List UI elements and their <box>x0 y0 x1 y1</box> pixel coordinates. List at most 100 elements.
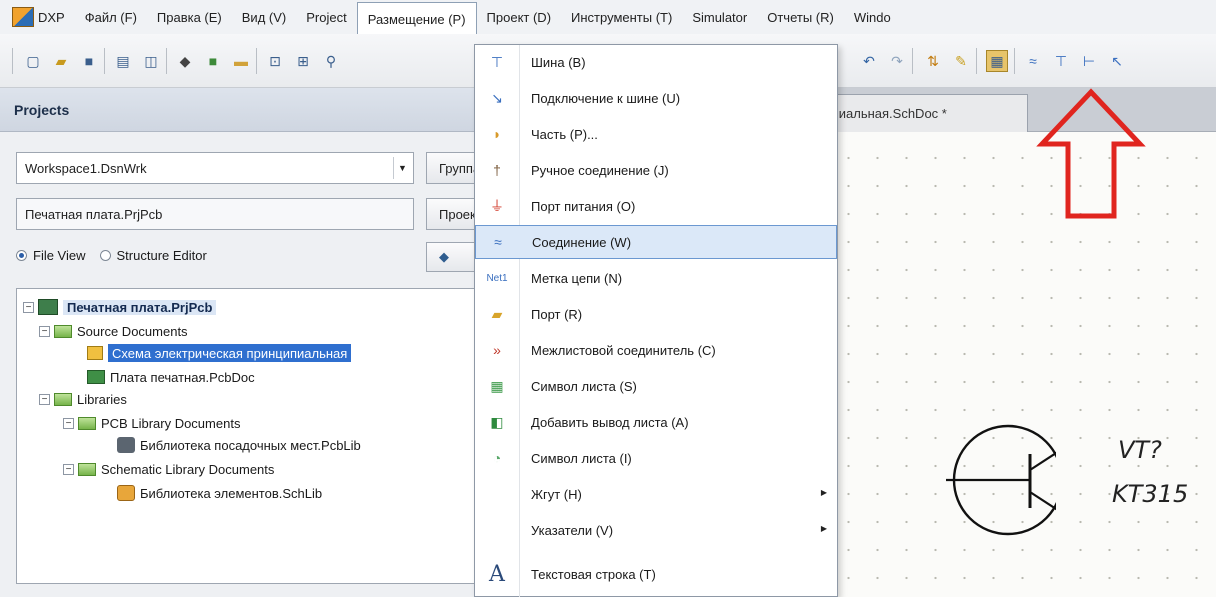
tree-item-pcb-doc[interactable]: Плата печатная.PcbDoc <box>87 367 255 387</box>
text-string-icon: A <box>489 561 505 587</box>
project-value: Печатная плата.PrjPcb <box>25 206 163 222</box>
net-label-icon: Net1 <box>486 272 508 284</box>
projects-panel: Projects Workspace1.DsnWrk ▼ Группа Печа… <box>0 88 486 597</box>
tree-item-schlib[interactable]: Библиотека элементов.SchLib <box>117 483 322 503</box>
new-file-icon[interactable]: ▢ <box>22 50 44 72</box>
menu-item-directives[interactable]: Указатели (V) ▶ <box>475 513 837 547</box>
tree-item-pcb-library-documents[interactable]: − PCB Library Documents <box>63 413 240 433</box>
component-value[interactable]: KT315 <box>1112 480 1188 508</box>
project-tree: − Печатная плата.PrjPcb − Source Documen… <box>16 288 486 584</box>
sheet-symbol-icon: ▦ <box>490 377 504 394</box>
menu-edit[interactable]: Правка (E) <box>147 2 232 32</box>
menu-item-sheet-symbol[interactable]: ▦ Символ листа (S) <box>475 369 837 403</box>
tree-item-pcblib[interactable]: Библиотека посадочных мест.PcbLib <box>117 435 361 455</box>
tree-item-label: Печатная плата.PrjPcb <box>63 299 217 315</box>
directives-icon <box>475 513 519 547</box>
tree-item-schematic-library-documents[interactable]: − Schematic Library Documents <box>63 459 274 479</box>
menu-tools[interactable]: Инструменты (T) <box>561 2 682 32</box>
menu-item-bus[interactable]: ⊤ Шина (B) <box>475 45 837 79</box>
component-library-icon[interactable]: ▦ <box>986 50 1008 72</box>
folder-icon <box>78 416 96 430</box>
tree-item-label: Schematic Library Documents <box>101 461 275 477</box>
tree-item-schematic-doc[interactable]: Схема электрическая принципиальная <box>87 343 352 363</box>
menu-item-harness[interactable]: Жгут (H) ▶ <box>475 477 837 511</box>
zoom-icon[interactable]: ⚲ <box>320 50 342 72</box>
menu-window[interactable]: Windo <box>844 2 901 32</box>
radio-structure-editor-label: Structure Editor <box>116 248 207 263</box>
tree-item-project[interactable]: − Печатная плата.PrjPcb <box>23 297 217 317</box>
menu-item-text-string[interactable]: A Текстовая строка (T) <box>475 557 837 591</box>
collapse-icon[interactable]: − <box>63 463 74 475</box>
save-icon[interactable]: ■ <box>78 50 100 72</box>
board-icon[interactable]: ■ <box>202 50 224 72</box>
menubar: DXP Файл (F) Правка (E) Вид (V) Project … <box>0 0 1216 35</box>
menu-dxp-label: DXP <box>38 9 65 25</box>
menu-item-wire[interactable]: ≈ Соединение (W) <box>475 225 837 259</box>
menu-item-bus-entry[interactable]: ↘ Подключение к шине (U) <box>475 81 837 115</box>
print-preview-icon[interactable]: ◫ <box>140 50 162 72</box>
menu-item-sheet-symbol-from[interactable]: ◔ Символ листа (I) <box>475 441 837 475</box>
toolbar-separator <box>104 48 105 74</box>
toolbar-separator <box>256 48 257 74</box>
pencil-icon[interactable]: ✎ <box>950 50 972 72</box>
bus-icon: ⊤ <box>490 53 504 70</box>
tree-item-label: PCB Library Documents <box>101 415 241 431</box>
dxp-logo-icon <box>12 7 34 27</box>
tree-item-libraries[interactable]: − Libraries <box>39 389 127 409</box>
print-icon[interactable]: ▤ <box>112 50 134 72</box>
transistor-symbol[interactable] <box>946 380 1056 580</box>
menu-reports[interactable]: Отчеты (R) <box>757 2 844 32</box>
menu-item-power-port[interactable]: ⏚ Порт питания (O) <box>475 189 837 223</box>
zoom-fit-icon[interactable]: ⊡ <box>264 50 286 72</box>
menu-place[interactable]: Размещение (P) <box>356 2 477 35</box>
collapse-icon[interactable]: − <box>39 325 50 337</box>
collapse-icon[interactable]: − <box>23 301 34 313</box>
3d-view-icon[interactable]: ◆ <box>174 50 196 72</box>
tree-item-label: Библиотека посадочных мест.PcbLib <box>140 437 361 453</box>
component-designator[interactable]: VT? <box>1118 436 1162 464</box>
workspace-combo[interactable]: Workspace1.DsnWrk ▼ <box>16 152 414 184</box>
collapse-icon[interactable]: − <box>63 417 74 429</box>
menu-item-port[interactable]: ▰ Порт (R) <box>475 297 837 331</box>
bus-entry-icon: ↘ <box>491 89 503 106</box>
menu-item-manual-junction[interactable]: † Ручное соединение (J) <box>475 153 837 187</box>
submenu-arrow-icon: ▶ <box>820 524 827 533</box>
radio-structure-editor[interactable] <box>99 250 111 261</box>
place-bus-icon[interactable]: ⊤ <box>1050 50 1072 72</box>
part-icon: ◗ <box>492 126 502 142</box>
menu-file[interactable]: Файл (F) <box>75 2 147 32</box>
hierarchy-icon[interactable]: ⇅ <box>922 50 944 72</box>
tree-item-label: Библиотека элементов.SchLib <box>140 485 323 501</box>
redo-icon[interactable]: ↷ <box>886 50 908 72</box>
undo-icon[interactable]: ↶ <box>858 50 880 72</box>
off-sheet-connector-icon: » <box>493 342 501 358</box>
pcb-library-icon <box>117 437 135 453</box>
toolbar-separator <box>912 48 913 74</box>
menu-view[interactable]: Вид (V) <box>232 2 296 32</box>
toolbar-grip <box>12 48 13 74</box>
workspace-value: Workspace1.DsnWrk <box>25 160 147 176</box>
folder-icon <box>78 462 96 476</box>
open-folder-icon[interactable]: ▰ <box>50 50 72 72</box>
menu-item-part[interactable]: ◗ Часть (P)... <box>475 117 837 151</box>
folder-view-icon[interactable]: ▬ <box>230 50 252 72</box>
sheet-symbol-from-icon: ◔ <box>492 450 502 466</box>
project-field: Печатная плата.PrjPcb <box>16 198 414 230</box>
signal-harness-icon[interactable]: ↖ <box>1106 50 1128 72</box>
menu-item-net-label[interactable]: Net1 Метка цепи (N) <box>475 261 837 295</box>
zoom-area-icon[interactable]: ⊞ <box>292 50 314 72</box>
menu-simulator[interactable]: Simulator <box>682 2 757 32</box>
tree-item-source-documents[interactable]: − Source Documents <box>39 321 188 341</box>
toolbar-separator <box>1014 48 1015 74</box>
menu-design[interactable]: Проект (D) <box>477 2 561 32</box>
bus-entry-icon[interactable]: ⊢ <box>1078 50 1100 72</box>
submenu-arrow-icon: ▶ <box>820 488 827 497</box>
menu-item-add-sheet-entry[interactable]: ◧ Добавить вывод листа (A) <box>475 405 837 439</box>
menu-dxp[interactable]: DXP <box>8 2 75 32</box>
collapse-icon[interactable]: − <box>39 393 50 405</box>
menu-item-off-sheet-connector[interactable]: » Межлистовой соединитель (C) <box>475 333 837 367</box>
radio-file-view[interactable] <box>16 250 27 261</box>
menu-project[interactable]: Project <box>296 2 356 32</box>
chevron-down-icon[interactable]: ▼ <box>393 157 411 179</box>
place-wire-icon[interactable]: ≈ <box>1022 50 1044 72</box>
